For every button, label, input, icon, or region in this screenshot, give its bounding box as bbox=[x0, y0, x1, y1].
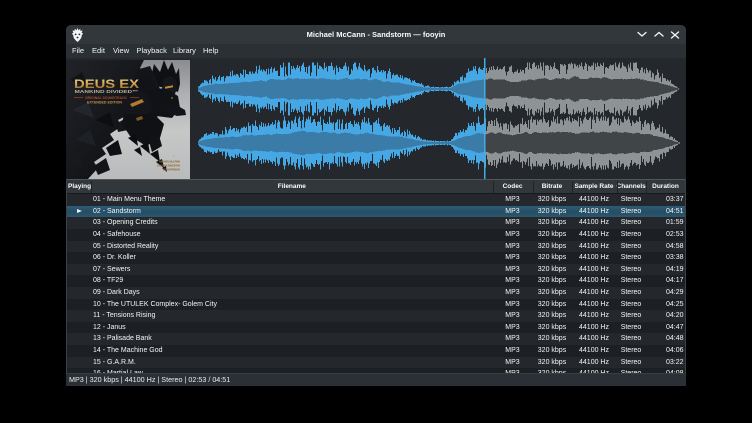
svg-text:EXTENDED EDITION: EXTENDED EDITION bbox=[87, 100, 122, 104]
svg-text:ORIGINAL SOUNDTRACK: ORIGINAL SOUNDTRACK bbox=[85, 96, 127, 100]
svg-text:ED HARRISON: ED HARRISON bbox=[163, 168, 180, 172]
svg-text:MANKIND DIVIDED™: MANKIND DIVIDED™ bbox=[75, 89, 139, 94]
svg-text:℠: ℠ bbox=[173, 155, 176, 159]
